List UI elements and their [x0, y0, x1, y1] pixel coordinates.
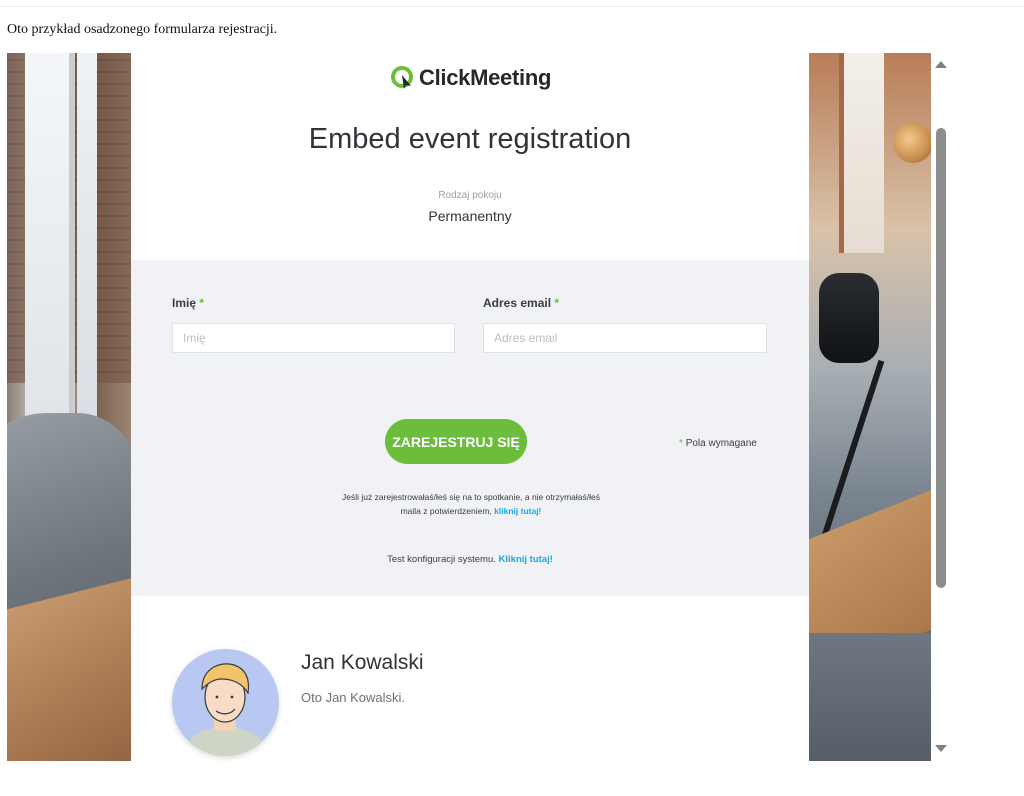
clickmeeting-logo-icon	[391, 66, 413, 89]
required-fields-note: * Pola wymagane	[679, 438, 757, 449]
scrollbar-thumb[interactable]	[936, 128, 946, 588]
room-type-value: Permanentny	[428, 208, 512, 224]
clickmeeting-logo: ClickMeeting	[391, 65, 551, 91]
frame-scrollbar[interactable]	[931, 53, 951, 761]
system-test-note: Test konfiguracji systemu. Kliknij tutaj…	[387, 554, 553, 565]
embedded-registration-frame: ClickMeeting Embed event registration Ro…	[7, 53, 931, 761]
brand-name: ClickMeeting	[419, 65, 552, 90]
right-background-photo	[809, 53, 931, 761]
email-input[interactable]	[483, 323, 767, 353]
top-border	[0, 6, 1024, 7]
scroll-down-arrow-icon[interactable]	[935, 745, 947, 752]
email-field-label: Adres email *	[483, 296, 560, 310]
system-test-link[interactable]: Kliknij tutaj!	[499, 554, 553, 565]
required-star: *	[554, 296, 560, 310]
speaker-name: Jan Kowalski	[301, 651, 424, 674]
register-button[interactable]: ZAREJESTRUJ SIĘ	[385, 419, 527, 464]
intro-text: Oto przykład osadzonego formularza rejes…	[7, 22, 278, 37]
registration-fields-section: Imię * Adres email * ZAREJESTRUJ SIĘ * P…	[131, 260, 809, 596]
left-background-photo	[7, 53, 131, 761]
speaker-avatar	[172, 649, 279, 756]
registration-form-panel: ClickMeeting Embed event registration Ro…	[131, 53, 809, 761]
name-field-label: Imię *	[172, 296, 205, 310]
already-registered-note: Jeśli już zarejestrowałaś/łeś się na to …	[342, 492, 600, 516]
room-type-label: Rodzaj pokoju	[438, 190, 502, 201]
event-title: Embed event registration	[308, 123, 632, 155]
speaker-description: Oto Jan Kowalski.	[301, 690, 406, 705]
resend-confirmation-link[interactable]: kliknij tutaj!	[494, 506, 541, 516]
required-star: *	[199, 296, 205, 310]
scroll-up-arrow-icon[interactable]	[935, 61, 947, 68]
name-input[interactable]	[172, 323, 455, 353]
